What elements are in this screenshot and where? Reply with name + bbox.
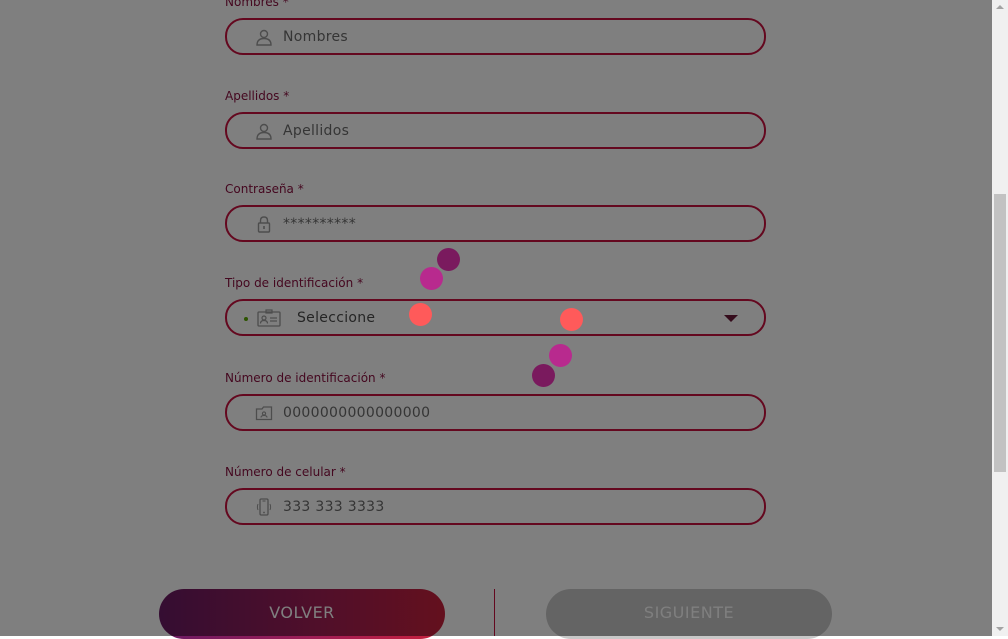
vertical-scrollbar[interactable] <box>992 0 1008 636</box>
spinner-dot <box>420 267 443 290</box>
spinner-dot <box>437 248 460 271</box>
scroll-down-icon[interactable] <box>996 627 1004 631</box>
spinner-dot <box>409 303 432 326</box>
scrollbar-thumb[interactable] <box>994 194 1006 472</box>
spinner-dot <box>532 364 555 387</box>
scroll-up-icon[interactable] <box>996 5 1004 9</box>
spinner-dot <box>549 344 572 367</box>
loading-overlay <box>0 0 992 636</box>
spinner-dot <box>560 308 583 331</box>
